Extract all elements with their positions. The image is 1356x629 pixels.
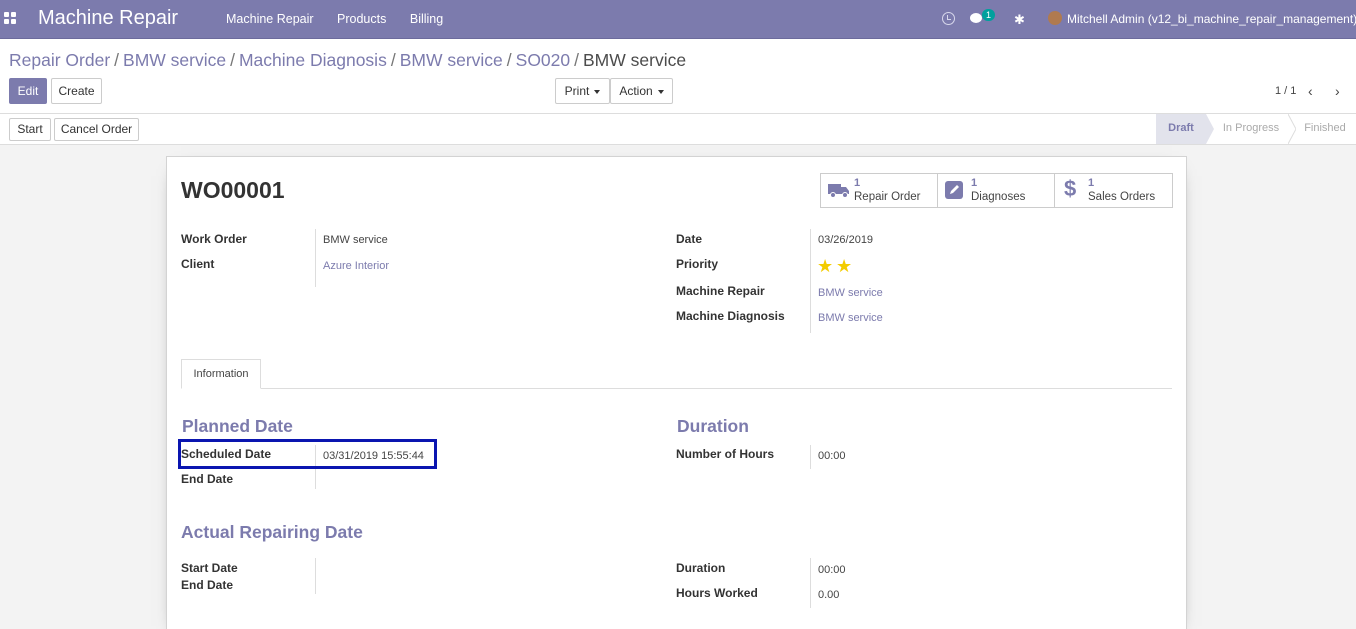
priority-star-icon[interactable]: ★ [836,257,852,275]
apps-menu-icon[interactable] [4,12,16,24]
date-label: Date [676,232,703,246]
number-of-hours-label: Number of Hours [676,447,775,461]
user-menu[interactable]: Mitchell Admin (v12_bi_machine_repair_ma… [1067,12,1356,26]
edit-button[interactable]: Edit [9,78,47,104]
menu-products[interactable]: Products [337,12,386,26]
activity-clock-icon[interactable] [942,12,955,25]
status-step-draft[interactable]: Draft [1156,114,1206,144]
actual-duration-label: Duration [676,561,726,575]
breadcrumb-item[interactable]: BMW service [123,50,226,70]
top-navbar: Machine Repair Machine Repair Products B… [0,0,1356,39]
actual-repairing-date-heading: Actual Repairing Date [181,522,363,542]
date-value: 03/26/2019 [818,234,874,246]
priority-star-icon[interactable]: ★ [817,257,833,275]
dollar-icon: $ [1064,176,1077,201]
planned-date-heading: Planned Date [182,416,293,436]
tab-information[interactable]: Information [181,359,261,389]
create-button[interactable]: Create [51,78,102,104]
caret-down-icon [657,89,664,94]
action-dropdown[interactable]: Action [610,78,673,104]
highlight-box [178,439,437,469]
statusbar: Start Cancel Order Draft In Progress Fin… [0,114,1356,145]
field-separator [810,558,811,608]
print-dropdown[interactable]: Print [555,78,610,104]
machine-diagnosis-label: Machine Diagnosis [676,309,785,323]
work-order-value: BMW service [323,234,388,246]
actual-end-date-label: End Date [181,578,234,592]
field-separator [315,558,316,594]
hours-worked-value[interactable]: 0.00 [818,589,839,601]
debug-bug-icon[interactable]: ✱ [1014,12,1025,28]
menu-billing[interactable]: Billing [410,12,443,26]
tab-divider [181,388,1172,389]
form-sheet: WO00001 1 Repair Order 1 Diagnoses $ 1 S… [166,156,1187,629]
breadcrumb-item[interactable]: BMW service [400,50,503,70]
chat-count-badge: 1 [982,9,996,21]
sales-orders-smart-button[interactable]: $ 1 Sales Orders [1055,174,1172,207]
status-step-in-progress[interactable]: In Progress [1211,114,1291,144]
chat-icon[interactable] [970,13,982,23]
truck-icon [828,184,849,198]
field-separator [810,229,811,333]
machine-repair-link[interactable]: BMW service [818,287,883,299]
app-name: Machine Repair [38,7,179,29]
main-menu: Machine Repair Products Billing [226,12,463,26]
pager-value[interactable]: 1 / 1 [1275,85,1296,97]
chevron-left-icon[interactable]: ‹ [1308,83,1313,99]
priority-label: Priority [676,257,719,271]
smart-buttons: 1 Repair Order 1 Diagnoses $ 1 Sales Ord… [820,173,1173,208]
start-date-label: Start Date [181,561,238,575]
field-separator [315,229,316,287]
machine-repair-label: Machine Repair [676,284,765,298]
breadcrumb: Repair Order / BMW service / Machine Diagnos… [9,50,687,70]
actual-duration-value[interactable]: 00:00 [818,564,846,576]
duration-heading: Duration [677,416,749,436]
record-title: WO00001 [181,177,285,203]
client-link[interactable]: Azure Interior [323,260,389,272]
client-label: Client [181,257,215,271]
status-step-finished[interactable]: Finished [1294,114,1356,144]
number-of-hours-value[interactable]: 00:00 [818,450,846,462]
pencil-icon [945,181,963,199]
repair-order-smart-button[interactable]: 1 Repair Order [821,174,938,207]
breadcrumb-item[interactable]: SO020 [516,50,570,70]
chevron-right-icon[interactable]: › [1335,83,1340,99]
diagnoses-smart-button[interactable]: 1 Diagnoses [938,174,1055,207]
cancel-order-button[interactable]: Cancel Order [54,118,139,141]
machine-diagnosis-link[interactable]: BMW service [818,312,883,324]
breadcrumb-item[interactable]: Repair Order [9,50,110,70]
end-date-label: End Date [181,472,234,486]
breadcrumb-active: BMW service [583,50,687,70]
caret-down-icon [594,89,601,94]
menu-machine-repair[interactable]: Machine Repair [226,12,314,26]
field-separator [810,445,811,469]
user-avatar[interactable] [1048,11,1062,25]
hours-worked-label: Hours Worked [676,586,758,600]
start-button[interactable]: Start [9,118,51,141]
breadcrumb-item[interactable]: Machine Diagnosis [239,50,387,70]
work-order-label: Work Order [181,232,247,246]
